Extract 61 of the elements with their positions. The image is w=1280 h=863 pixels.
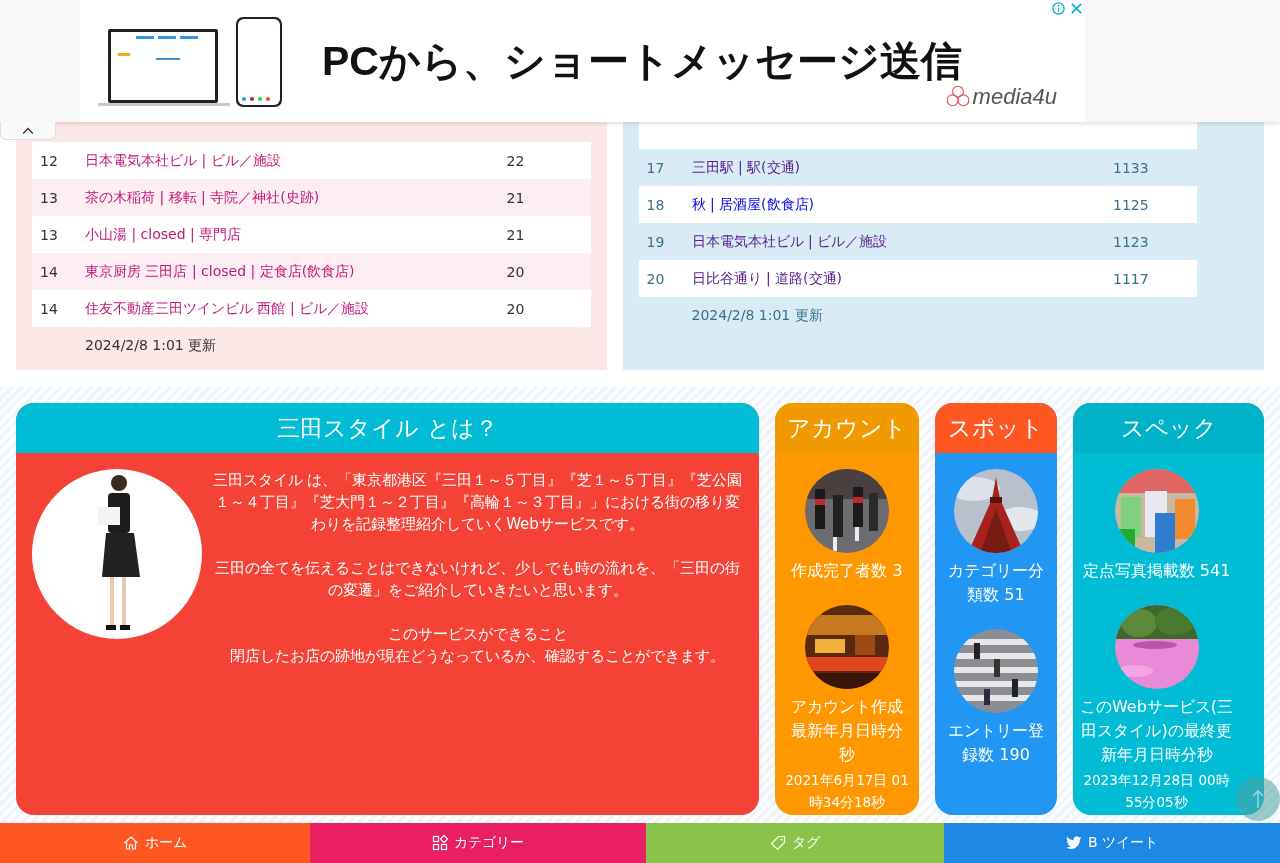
brand-name: media4u xyxy=(972,84,1057,110)
ad-banner[interactable]: PCから、ショートメッセージ送信 media4u xyxy=(80,0,1085,122)
info-icon[interactable] xyxy=(1052,2,1065,15)
count: 20 xyxy=(506,300,526,317)
tag-icon xyxy=(770,835,786,851)
about-text: 三田スタイル は、「東京都港区『三田１～５丁目』『芝１～５丁目』『芝公園１～４丁目』『芝大門１～２丁目』『高輪１～３丁目』」における街の移り変わりを記録整理紹介していくWebサービスです。 xyxy=(212,470,743,535)
count: 1123 xyxy=(1113,233,1150,250)
stat-label: 作成完了者数 3 xyxy=(791,560,903,582)
updated-time: 2024/2/8 1:01 更新 xyxy=(85,337,217,355)
spot-link[interactable]: 日本電気本社ビル | ビル／施設 xyxy=(691,232,1113,251)
back-to-top-button[interactable] xyxy=(1236,777,1280,821)
rank-number: 13 xyxy=(39,189,59,206)
caret-up-icon xyxy=(22,126,34,135)
bird-icon xyxy=(1065,835,1082,851)
card-title: アカウント xyxy=(787,413,907,443)
about-text: 閉店したお店の跡地が現在どうなっているか、確認することができます。 xyxy=(229,646,726,667)
arrow-up-icon xyxy=(1252,789,1264,809)
ad-headline: PCから、ショートメッセージ送信 xyxy=(322,36,962,86)
nav-button[interactable]: B ツイート xyxy=(944,823,1280,863)
rank-number: 17 xyxy=(645,159,666,176)
spot-link[interactable]: 日比谷通り | 道路(交通) xyxy=(691,269,1113,288)
spot-link[interactable]: 秋 | 居酒屋(飲食店) xyxy=(691,195,1113,214)
stat-label: エントリー登録数 190 xyxy=(947,720,1045,766)
about-text: このサービスができること xyxy=(386,624,569,645)
count: 22 xyxy=(506,152,526,169)
rank-number: 14 xyxy=(39,300,59,317)
grid-icon xyxy=(432,835,448,851)
card-title: 三田スタイル とは？ xyxy=(277,413,498,443)
home-icon xyxy=(123,835,139,851)
stat-value: 2023年12月28日 00時55分05秒 xyxy=(1082,771,1231,812)
close-icon[interactable] xyxy=(1070,2,1083,15)
spot-link[interactable]: 茶の木稲荷 | 移転 | 寺院／神社(史跡) xyxy=(85,188,507,207)
collapse-button[interactable] xyxy=(0,122,56,140)
card-title: スポット xyxy=(948,413,1044,443)
rank-number: 14 xyxy=(39,263,59,280)
spot-link[interactable]: 東京厨房 三田店 | closed | 定食店(飲食店) xyxy=(85,262,507,281)
nav-button[interactable]: ホーム xyxy=(0,823,310,863)
rank-number: 13 xyxy=(39,226,59,243)
stat-label: このWebサービス(三田スタイル)の最終更新年月日時分秒 xyxy=(1079,696,1234,766)
rank-number: 20 xyxy=(645,270,666,287)
stat-label: アカウント作成最新年月日時分秒 xyxy=(790,696,904,766)
spot-link[interactable]: 住友不動産三田ツインビル 西館 | ビル／施設 xyxy=(85,299,507,318)
rank-number: 19 xyxy=(645,233,666,250)
count: 1117 xyxy=(1113,270,1150,287)
count: 21 xyxy=(506,226,526,243)
spot-link[interactable]: 三田駅 | 駅(交通) xyxy=(691,158,1113,177)
count: 20 xyxy=(506,263,526,280)
spot-link[interactable]: 日本電気本社ビル | ビル／施設 xyxy=(85,151,507,170)
stat-label: 定点写真掲載数 541 xyxy=(1082,560,1231,582)
stat-label: カテゴリー分類数 51 xyxy=(947,560,1045,606)
count: 1133 xyxy=(1113,159,1150,176)
count: 1125 xyxy=(1113,196,1150,213)
rank-number: 18 xyxy=(645,196,666,213)
updated-time: 2024/2/8 1:01 更新 xyxy=(691,307,823,325)
about-text: 三田の全てを伝えることはできないけれど、少しでも時の流れを、「三田の街の変遷」をご紹介していきたいと思います。 xyxy=(214,558,741,601)
rank-number: 12 xyxy=(39,152,59,169)
nav-button[interactable]: カテゴリー xyxy=(310,823,646,863)
stat-value: 2021年6月17日 01時34分18秒 xyxy=(785,771,909,812)
spot-link[interactable]: 小山湯 | closed | 専門店 xyxy=(85,225,507,244)
count: 21 xyxy=(506,189,526,206)
card-title: スペック xyxy=(1120,413,1217,443)
